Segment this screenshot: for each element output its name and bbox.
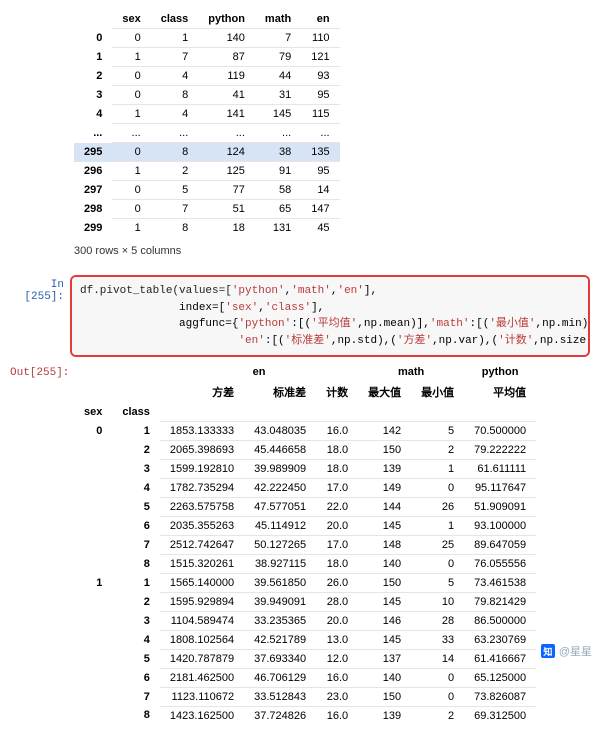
table-row: 31104.58947433.23536520.01462886.500000 <box>74 611 536 630</box>
idx-class: class <box>112 403 160 421</box>
table-row: 41808.10256442.52178913.01453363.230769 <box>74 630 536 649</box>
table-row: 2041194493 <box>74 67 340 86</box>
code-cell[interactable]: df.pivot_table(values=['python','math','… <box>70 275 590 357</box>
prompt-empty <box>10 10 70 14</box>
table-row: 2950812438135 <box>74 143 340 162</box>
table-row: 62035.35526345.11491220.0145193.100000 <box>74 516 536 535</box>
corner <box>74 10 112 29</box>
table-row: 414141145115 <box>74 105 340 124</box>
table-row: 0011407110 <box>74 29 340 48</box>
out-prompt: Out[255]: <box>10 363 70 379</box>
sub-var: 方差 <box>160 381 244 403</box>
table-row: 51420.78787937.69334012.01371461.416667 <box>74 649 536 668</box>
watermark: 知 @星星 <box>541 643 592 659</box>
sub-std: 标准差 <box>244 381 316 403</box>
df-preview-table: sex class python math en 001140711011787… <box>74 10 340 237</box>
table-row: 72512.74264750.12726517.01482589.647059 <box>74 535 536 554</box>
col-math: math <box>255 10 301 29</box>
grp-en: en <box>160 363 358 381</box>
df-shape-caption: 300 rows × 5 columns <box>74 245 590 257</box>
pivot-table: en math python 方差 标准差 计数 最大值 最小值 平均值 sex… <box>74 363 536 725</box>
sub-max: 最大值 <box>358 381 411 403</box>
col-sex: sex <box>112 10 150 29</box>
table-row: 41782.73529442.22245017.0149095.117647 <box>74 478 536 497</box>
table-row: 62181.46250046.70612916.0140065.125000 <box>74 668 536 687</box>
watermark-text: @星星 <box>559 643 592 659</box>
table-row: 31599.19281039.98990918.0139161.611111 <box>74 459 536 478</box>
table-row: 298075165147 <box>74 200 340 219</box>
table-row: 71123.11067233.51284323.0150073.826087 <box>74 687 536 706</box>
col-en: en <box>301 10 339 29</box>
in-prompt: In [255]: <box>10 275 70 303</box>
col-python: python <box>198 10 255 29</box>
table-row: 22065.39869345.44665818.0150279.222222 <box>74 440 536 459</box>
table-row: 299181813145 <box>74 219 340 238</box>
zhihu-logo-icon: 知 <box>541 644 555 658</box>
table-row: 81423.16250037.72482616.0139269.312500 <box>74 706 536 725</box>
grp-math: math <box>358 363 464 381</box>
sub-min: 最小值 <box>411 381 464 403</box>
grp-python: python <box>464 363 536 381</box>
table-row: 1178779121 <box>74 48 340 67</box>
table-row: 52263.57575847.57705122.01442651.909091 <box>74 497 536 516</box>
sub-mean: 平均值 <box>464 381 536 403</box>
table-row: 296121259195 <box>74 162 340 181</box>
table-row: 111565.14000039.56185026.0150573.461538 <box>74 573 536 592</box>
table-row: 29705775814 <box>74 181 340 200</box>
table-row: 81515.32026138.92711518.0140076.055556 <box>74 554 536 573</box>
table-row: 308413195 <box>74 86 340 105</box>
table-row: 21595.92989439.94909128.01451079.821429 <box>74 592 536 611</box>
col-class: class <box>151 10 199 29</box>
table-row: 011853.13333343.04803516.0142570.500000 <box>74 421 536 440</box>
idx-sex: sex <box>74 403 112 421</box>
sub-cnt: 计数 <box>316 381 358 403</box>
ellipsis-row: .................. <box>74 124 340 143</box>
